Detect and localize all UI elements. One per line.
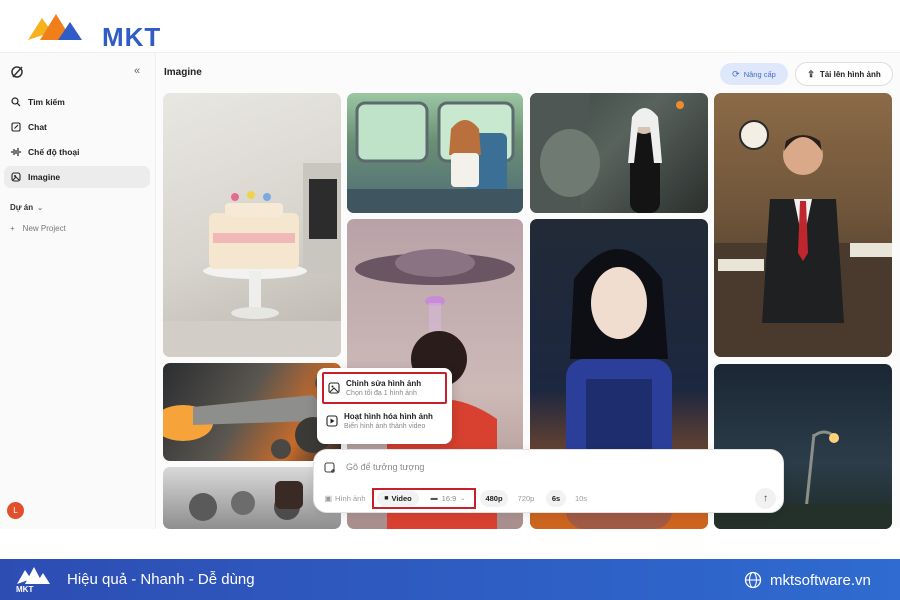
sidebar-item-imagine[interactable]: Imagine [4, 166, 150, 188]
menu-item-description: Biến hình ảnh thành video [344, 423, 426, 430]
gallery-image-space-ship[interactable] [163, 363, 341, 461]
upgrade-button[interactable]: ⟳ Nâng cấp [720, 63, 788, 85]
sidebar-nav: Tìm kiếm Chat Chế độ thoại Imagine [4, 91, 150, 191]
menu-item-description: Chọn tối đa 1 hình ảnh [346, 390, 417, 397]
refresh-icon: ⟳ [732, 68, 740, 79]
prompt-input[interactable] [346, 459, 746, 475]
chevron-down-icon: ⌄ [460, 496, 466, 502]
menu-item-animate-image[interactable]: Hoạt hình hóa hình ảnh Biến hình ảnh thà… [322, 407, 447, 439]
projects-header[interactable]: Dự án ⌄ [10, 203, 43, 212]
mode-video-toggle[interactable]: ■ Video [377, 491, 419, 506]
sidebar-item-label: Chế độ thoại [28, 147, 80, 157]
send-button[interactable]: ↑ [755, 488, 776, 509]
new-project-button[interactable]: + New Project [10, 224, 66, 233]
brand-name: MKT [102, 22, 162, 52]
footer-banner: MKT Hiệu quả - Nhanh - Dễ dùng mktsoftwa… [0, 559, 900, 600]
resolution-720-button[interactable]: 720p [512, 490, 540, 507]
sidebar-item-label: Tìm kiếm [28, 97, 65, 107]
main-content: Imagine ⟳ Nâng cấp ⇪ Tải lên hình ảnh Ch… [157, 53, 900, 529]
mode-image-label: Hình ảnh [335, 494, 366, 503]
add-image-icon[interactable] [324, 461, 336, 473]
plus-icon: + [10, 224, 15, 233]
duration-10s-button[interactable]: 10s [570, 490, 592, 507]
duration-6s-button[interactable]: 6s [546, 490, 566, 507]
aspect-ratio-value: 16:9 [441, 494, 457, 503]
aspect-ratio-select[interactable]: ▬ 16:9 ⌄ [424, 491, 472, 506]
mkt-logo: MKT [26, 10, 176, 52]
app-window: « Tìm kiếm Chat Chế độ thoại Imagine Dự … [0, 52, 900, 529]
upload-icon: ⇪ [807, 68, 815, 79]
search-icon [10, 97, 21, 108]
sidebar-item-search[interactable]: Tìm kiếm [4, 91, 150, 113]
projects-label: Dự án [10, 203, 34, 212]
menu-item-edit-image[interactable]: Chỉnh sửa hình ảnh Chọn tối đa 1 hình ản… [322, 372, 447, 404]
sidebar-item-label: Imagine [28, 172, 61, 182]
image-edit-icon [328, 381, 340, 394]
collapse-sidebar-icon[interactable]: « [134, 65, 140, 77]
gallery-image-businessman[interactable] [714, 93, 892, 357]
brand-header: MKT [0, 0, 900, 52]
footer-logo-text: MKT [16, 585, 34, 594]
chevron-down-icon: ⌄ [37, 205, 44, 212]
video-camera-icon: ■ [384, 495, 389, 502]
gallery-image-anime-train[interactable] [347, 93, 523, 213]
upgrade-label: Nâng cấp [743, 69, 776, 79]
gallery-image-cake[interactable] [163, 93, 341, 357]
animate-icon [326, 414, 338, 427]
edit-icon [10, 122, 21, 133]
gallery-image-statue-woman[interactable] [530, 93, 708, 213]
app-logo-icon[interactable] [10, 65, 24, 79]
avatar[interactable]: L [7, 502, 24, 519]
new-project-label: New Project [22, 224, 66, 233]
arrow-up-icon: ↑ [763, 493, 768, 504]
resolution-480-button[interactable]: 480p [480, 490, 508, 507]
mode-image-toggle[interactable]: ▣ Hình ảnh [320, 490, 370, 507]
footer-slogan: Hiệu quả - Nhanh - Dễ dùng [67, 571, 255, 588]
video-options-group: ■ Video ▬ 16:9 ⌄ [372, 488, 476, 509]
image-icon: ▣ [324, 494, 333, 503]
globe-icon [744, 571, 762, 589]
sidebar-item-label: Chat [28, 122, 47, 132]
voice-icon [10, 147, 21, 158]
page-title: Imagine [164, 67, 202, 78]
sidebar-item-chat[interactable]: Chat [4, 116, 150, 138]
menu-item-label: Chỉnh sửa hình ảnh [346, 379, 422, 388]
footer-website-link[interactable]: mktsoftware.vn [744, 571, 871, 589]
image-icon [10, 172, 21, 183]
footer-website-label: mktsoftware.vn [770, 571, 871, 589]
mode-video-label: Video [391, 494, 412, 503]
upload-image-button[interactable]: ⇪ Tải lên hình ảnh [795, 62, 893, 86]
sidebar: « Tìm kiếm Chat Chế độ thoại Imagine Dự … [0, 53, 156, 529]
sidebar-item-voice[interactable]: Chế độ thoại [4, 141, 150, 163]
aspect-ratio-icon: ▬ [430, 495, 438, 502]
image-action-menu: Chỉnh sửa hình ảnh Chọn tối đa 1 hình ản… [317, 368, 452, 444]
menu-item-label: Hoạt hình hóa hình ảnh [344, 412, 433, 421]
prompt-composer: ▣ Hình ảnh ■ Video ▬ 16:9 ⌄ 480p 720p 6s… [313, 449, 784, 513]
upload-label: Tải lên hình ảnh [819, 69, 881, 79]
